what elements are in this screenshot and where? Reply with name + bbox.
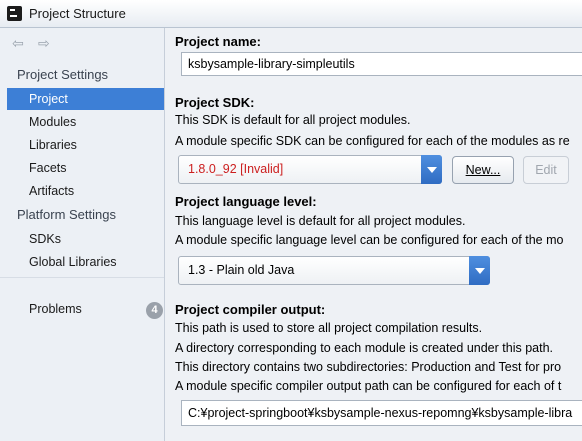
sidebar-item-libraries[interactable]: Libraries — [7, 134, 164, 156]
sidebar-item-global-libraries[interactable]: Global Libraries — [7, 251, 164, 273]
project-settings-panel: Project name: ksbysample-library-simpleu… — [166, 28, 582, 441]
new-sdk-button-label: New... — [465, 163, 501, 177]
sidebar-separator — [0, 277, 164, 278]
compiler-output-label: Project compiler output: — [175, 302, 326, 317]
language-level-label: Project language level: — [175, 194, 317, 209]
back-arrow-icon[interactable]: ⇦ — [12, 36, 26, 50]
language-level-dropdown[interactable]: 1.3 - Plain old Java — [178, 256, 490, 285]
project-name-label: Project name: — [175, 34, 261, 49]
chevron-down-icon[interactable] — [421, 155, 442, 184]
compiler-output-description-2: A directory corresponding to each module… — [175, 341, 553, 355]
language-level-description-1: This language level is default for all p… — [175, 214, 466, 228]
compiler-output-description-1: This path is used to store all project c… — [175, 321, 483, 335]
new-sdk-button[interactable]: New... — [452, 156, 514, 184]
sidebar-item-artifacts[interactable]: Artifacts — [7, 180, 164, 202]
project-name-input[interactable]: ksbysample-library-simpleutils — [181, 52, 582, 76]
sidebar-item-facets[interactable]: Facets — [7, 157, 164, 179]
section-header-platform-settings: Platform Settings — [17, 207, 116, 222]
section-header-project-settings: Project Settings — [17, 67, 109, 82]
sidebar-item-sdks[interactable]: SDKs — [7, 228, 164, 250]
project-sdk-dropdown[interactable]: 1.8.0_92 [Invalid] — [178, 155, 442, 184]
window-title: Project Structure — [29, 6, 126, 21]
compiler-output-description-4: A module specific compiler output path c… — [175, 379, 562, 393]
chevron-down-icon[interactable] — [469, 256, 490, 285]
title-bar: Project Structure — [0, 0, 582, 28]
sidebar-item-project[interactable]: Project — [7, 88, 164, 110]
forward-arrow-icon[interactable]: ⇨ — [38, 36, 52, 50]
compiler-output-description-3: This directory contains two subdirectori… — [175, 360, 562, 374]
intellij-app-icon — [7, 6, 22, 21]
language-level-description-2: A module specific language level can be … — [175, 233, 564, 247]
sidebar: ⇦ ⇨ Project Settings Project Modules Lib… — [0, 28, 165, 441]
project-sdk-description-1: This SDK is default for all project modu… — [175, 113, 411, 127]
sidebar-item-modules[interactable]: Modules — [7, 111, 164, 133]
edit-sdk-button[interactable]: Edit — [523, 156, 569, 184]
compiler-output-path-input[interactable]: C:¥project-springboot¥ksbysample-nexus-r… — [181, 400, 582, 426]
project-sdk-selected-value: 1.8.0_92 [Invalid] — [188, 162, 284, 176]
problems-count-badge: 4 — [146, 302, 163, 319]
sidebar-item-label: Problems — [29, 302, 82, 316]
project-sdk-description-2: A module specific SDK can be configured … — [175, 134, 570, 148]
language-level-selected-value: 1.3 - Plain old Java — [188, 263, 295, 277]
project-sdk-label: Project SDK: — [175, 95, 255, 110]
sidebar-item-problems[interactable]: Problems 4 — [7, 298, 164, 320]
